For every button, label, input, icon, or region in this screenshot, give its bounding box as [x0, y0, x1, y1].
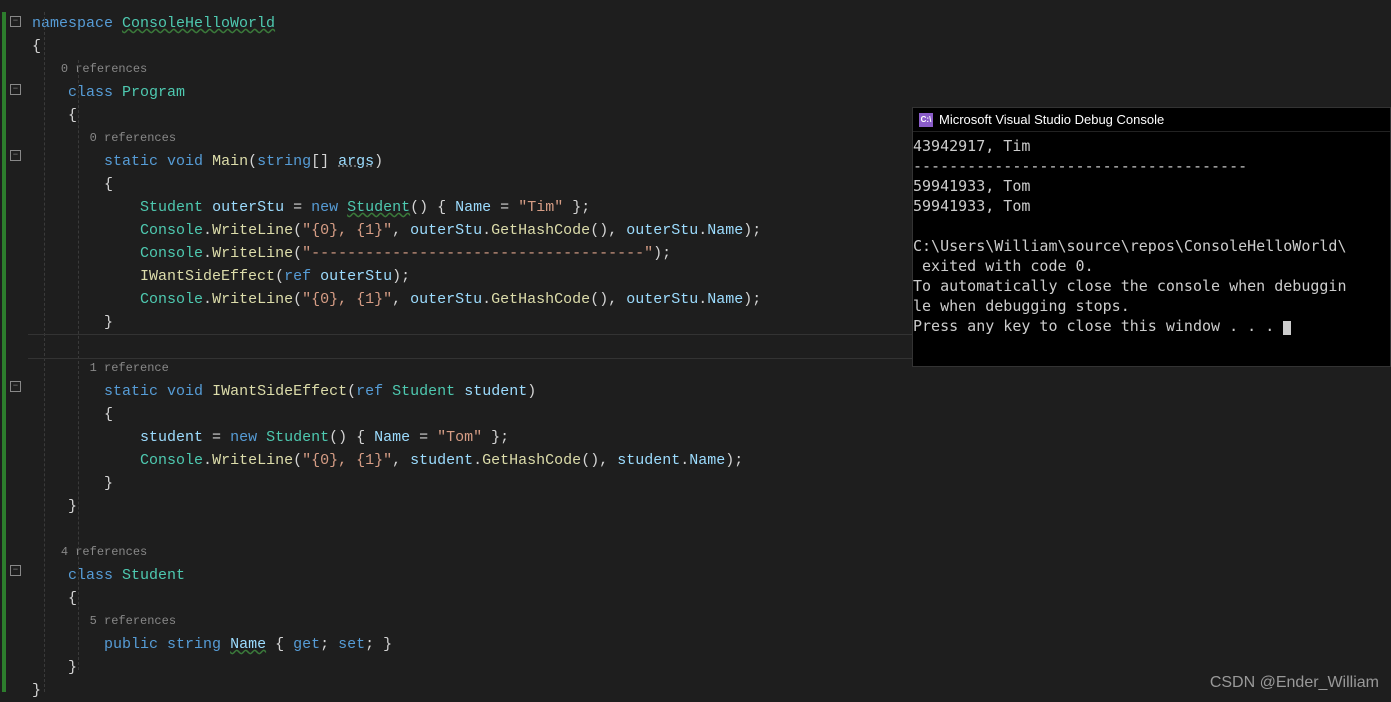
keyword-string: string: [257, 153, 311, 170]
string-literal: "Tom": [437, 429, 482, 446]
var-outerstu: outerStu: [410, 222, 482, 239]
property-name: Name: [230, 636, 266, 653]
method-iwantsideeffect: IWantSideEffect: [140, 268, 275, 285]
fold-toggle-main[interactable]: −: [10, 150, 21, 161]
console-line: C:\Users\William\source\repos\ConsoleHel…: [913, 237, 1346, 255]
var-student: student: [410, 452, 473, 469]
method-iwantsideeffect: IWantSideEffect: [212, 383, 347, 400]
console-icon: C:\: [919, 113, 933, 127]
indent-guide: [78, 60, 79, 670]
type-console: Console: [140, 452, 203, 469]
var-outerstu: outerStu: [410, 291, 482, 308]
keyword-new: new: [230, 429, 257, 446]
codelens-references[interactable]: 5 references: [90, 614, 176, 628]
var-student: student: [617, 452, 680, 469]
console-line: Press any key to close this window . . .: [913, 317, 1283, 335]
keyword-static: static: [104, 153, 158, 170]
editor-gutter: − − − − −: [0, 0, 28, 702]
keyword-void: void: [167, 153, 203, 170]
type-student: Student: [392, 383, 455, 400]
param-args: args: [338, 153, 374, 170]
property-name: Name: [374, 429, 410, 446]
method-gethashcode: GetHashCode: [482, 452, 581, 469]
keyword-ref: ref: [284, 268, 311, 285]
code-editor[interactable]: − − − − − namespace ConsoleHelloWorld { …: [0, 0, 912, 702]
param-student: student: [464, 383, 527, 400]
console-title-text: Microsoft Visual Studio Debug Console: [939, 112, 1164, 127]
namespace-name: ConsoleHelloWorld: [122, 15, 275, 32]
method-gethashcode: GetHashCode: [491, 222, 590, 239]
var-outerstu: outerStu: [626, 291, 698, 308]
type-console: Console: [140, 222, 203, 239]
keyword-new: new: [311, 199, 338, 216]
method-writeline: WriteLine: [212, 452, 293, 469]
type-console: Console: [140, 245, 203, 262]
fold-toggle-class[interactable]: −: [10, 84, 21, 95]
string-literal: "-------------------------------------": [302, 245, 653, 262]
keyword-class: class: [68, 567, 113, 584]
codelens-references[interactable]: 1 reference: [90, 361, 169, 375]
type-console: Console: [140, 291, 203, 308]
property-name: Name: [689, 452, 725, 469]
method-gethashcode: GetHashCode: [491, 291, 590, 308]
console-line: 43942917, Tim: [913, 137, 1030, 155]
method-main: Main: [212, 153, 248, 170]
fold-toggle-namespace[interactable]: −: [10, 16, 21, 27]
code-text-area[interactable]: namespace ConsoleHelloWorld { 0 referenc…: [28, 0, 912, 702]
type-student: Student: [266, 429, 329, 446]
keyword-set: set: [338, 636, 365, 653]
debug-console-window[interactable]: C:\ Microsoft Visual Studio Debug Consol…: [912, 107, 1391, 367]
keyword-public: public: [104, 636, 158, 653]
method-writeline: WriteLine: [212, 245, 293, 262]
keyword-string: string: [167, 636, 221, 653]
var-outerstu: outerStu: [626, 222, 698, 239]
var-student: student: [140, 429, 203, 446]
current-line: [32, 334, 912, 357]
type-student: Student: [140, 199, 203, 216]
keyword-static: static: [104, 383, 158, 400]
fold-toggle-student[interactable]: −: [10, 565, 21, 576]
change-indicator-bar: [2, 12, 6, 692]
method-writeline: WriteLine: [212, 291, 293, 308]
console-line: To automatically close the console when …: [913, 277, 1346, 295]
string-literal: "{0}, {1}": [302, 291, 392, 308]
codelens-references[interactable]: 0 references: [90, 131, 176, 145]
string-literal: "{0}, {1}": [302, 452, 392, 469]
keyword-ref: ref: [356, 383, 383, 400]
class-name: Program: [122, 84, 185, 101]
type-student: Student: [347, 199, 410, 216]
cursor-icon: [1283, 321, 1291, 335]
method-writeline: WriteLine: [212, 222, 293, 239]
console-line: -------------------------------------: [913, 157, 1247, 175]
class-student: Student: [122, 567, 185, 584]
keyword-class: class: [68, 84, 113, 101]
console-output[interactable]: 43942917, Tim --------------------------…: [913, 132, 1390, 340]
var-outerstu: outerStu: [212, 199, 284, 216]
string-literal: "{0}, {1}": [302, 222, 392, 239]
property-name: Name: [455, 199, 491, 216]
property-name: Name: [707, 222, 743, 239]
fold-toggle-method2[interactable]: −: [10, 381, 21, 392]
var-outerstu: outerStu: [320, 268, 392, 285]
codelens-references[interactable]: 0 references: [61, 62, 147, 76]
console-line: 59941933, Tom: [913, 197, 1030, 215]
string-literal: "Tim": [518, 199, 563, 216]
console-line: exited with code 0.: [913, 257, 1094, 275]
watermark-text: CSDN @Ender_William: [1210, 674, 1379, 692]
console-titlebar[interactable]: C:\ Microsoft Visual Studio Debug Consol…: [913, 108, 1390, 132]
indent-guide: [44, 12, 45, 692]
console-line: le when debugging stops.: [913, 297, 1130, 315]
console-line: 59941933, Tom: [913, 177, 1030, 195]
codelens-references[interactable]: 4 references: [61, 545, 147, 559]
keyword-get: get: [293, 636, 320, 653]
property-name: Name: [707, 291, 743, 308]
keyword-void: void: [167, 383, 203, 400]
